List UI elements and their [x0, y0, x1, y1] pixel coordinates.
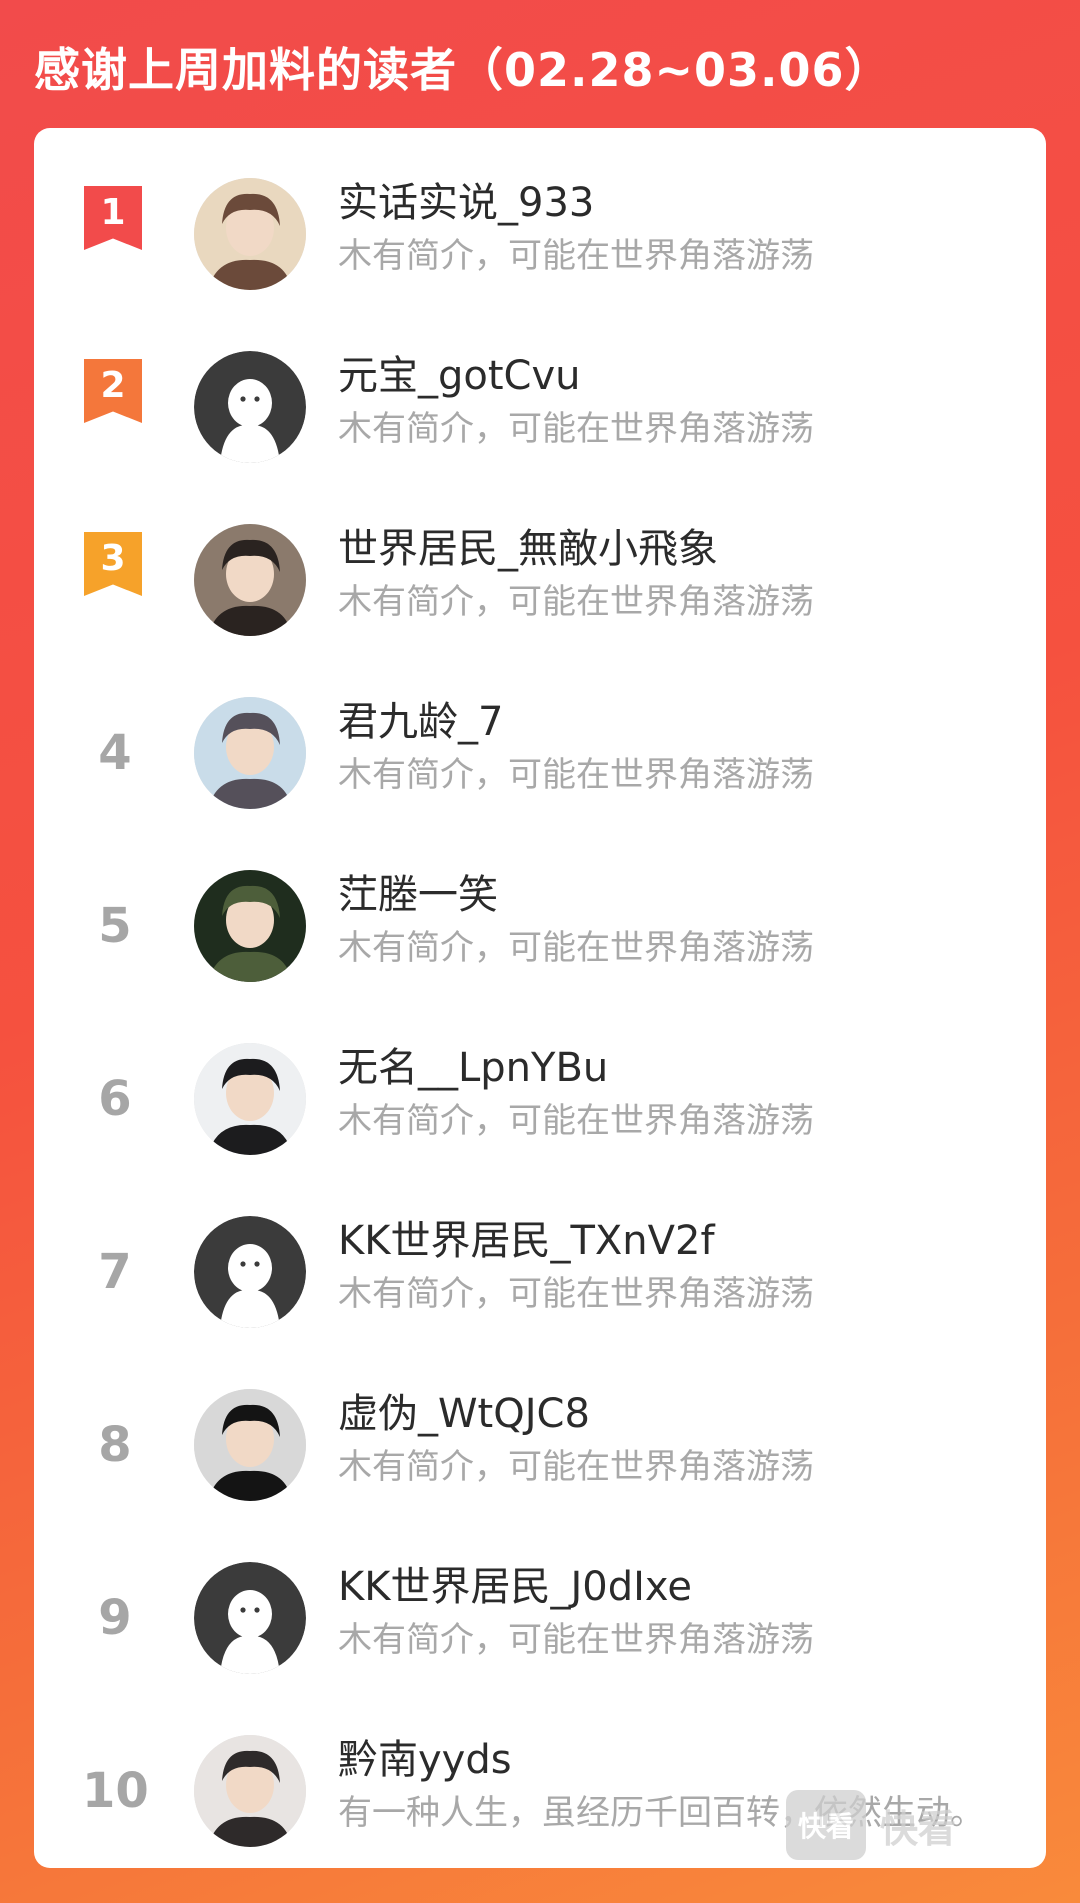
rank-number: 10: [82, 1763, 149, 1819]
reader-name[interactable]: 虚伪_WtQJC8: [338, 1389, 590, 1439]
reader-row[interactable]: 3 世界居民_無敵小飛象木有简介，可能在世界角落游荡: [34, 494, 1046, 666]
reader-row[interactable]: 2 元宝_gotCvu 木有简介，可能在世界角落游荡: [34, 321, 1046, 493]
rank-number: 6: [98, 1071, 132, 1127]
reader-bio: 木有简介，可能在世界角落游荡: [338, 1620, 814, 1660]
reader-name[interactable]: 无名__LpnYBu: [338, 1043, 608, 1093]
anime-boy-avatar[interactable]: [194, 178, 306, 290]
reader-bio: 木有简介，可能在世界角落游荡: [338, 409, 814, 449]
rank-number: 4: [98, 725, 132, 781]
page-title: 感谢上周加料的读者（02.28~03.06）: [34, 43, 892, 97]
default-avatar[interactable]: [194, 1216, 306, 1328]
monochrome-boy-avatar[interactable]: [194, 1389, 306, 1501]
reader-bio: 木有简介，可能在世界角落游荡: [338, 755, 814, 795]
reader-bio: 木有简介，可能在世界角落游荡: [338, 1274, 814, 1314]
reader-name[interactable]: KK世界居民_TXnV2f: [338, 1216, 715, 1266]
reader-row[interactable]: 5 茳塍一笑木有简介，可能在世界角落游荡: [34, 840, 1046, 1012]
reader-name[interactable]: 茳塍一笑: [338, 870, 498, 920]
reader-list-card: 1 实话实说_933 木有简介，可能在世界角落游荡 2 元宝_gotCvu 木有简介，可能…: [34, 128, 1046, 1868]
reader-bio: 木有简介，可能在世界角落游荡: [338, 1101, 814, 1141]
default-avatar[interactable]: [194, 1562, 306, 1674]
long-hair-character-avatar[interactable]: [194, 697, 306, 809]
reader-name[interactable]: 实话实说_933: [338, 178, 594, 228]
reader-row[interactable]: 4 君九龄_7 木有简介，可能在世界角落游荡: [34, 667, 1046, 839]
rank-number: 8: [98, 1417, 132, 1473]
reader-bio: 木有简介，可能在世界角落游荡: [338, 928, 814, 968]
rank-number: 7: [98, 1244, 132, 1300]
reader-row[interactable]: 6 无名__LpnYBu 木有简介，可能在世界角落游荡: [34, 1013, 1046, 1185]
kuaikan-logo-icon: 快看: [786, 1790, 866, 1860]
kuaikan-watermark: 快看 快看: [786, 1790, 972, 1860]
watermark-text: 快看: [880, 1806, 957, 1851]
reader-name[interactable]: 元宝_gotCvu: [338, 351, 581, 401]
reader-name[interactable]: 君九龄_7: [338, 697, 503, 747]
reader-name[interactable]: 黔南yyds: [338, 1735, 512, 1785]
rank-ribbon-icon: 1: [84, 186, 142, 250]
reader-bio: 木有简介，可能在世界角落游荡: [338, 236, 814, 276]
rank-ribbon-icon: 2: [84, 359, 142, 423]
reader-row[interactable]: 8 虚伪_WtQJC8 木有简介，可能在世界角落游荡: [34, 1359, 1046, 1531]
reader-row[interactable]: 7 KK世界居民_TXnV2f 木有简介，可能在世界角落游荡: [34, 1186, 1046, 1358]
reader-bio: 木有简介，可能在世界角落游荡: [338, 582, 814, 622]
glasses-boy-avatar[interactable]: [194, 1735, 306, 1847]
reader-row[interactable]: 9 KK世界居民_J0dIxe 木有简介，可能在世界角落游荡: [34, 1532, 1046, 1704]
rank-number: 5: [98, 898, 132, 954]
dark-nature-avatar[interactable]: [194, 870, 306, 982]
reader-name[interactable]: 世界居民_無敵小飛象: [338, 524, 718, 574]
two-girls-photo-avatar[interactable]: [194, 524, 306, 636]
rank-number: 9: [98, 1590, 132, 1646]
reader-name[interactable]: KK世界居民_J0dIxe: [338, 1562, 692, 1612]
sketch-boy-avatar[interactable]: [194, 1043, 306, 1155]
reader-bio: 木有简介，可能在世界角落游荡: [338, 1447, 814, 1487]
rank-ribbon-icon: 3: [84, 532, 142, 596]
default-avatar[interactable]: [194, 351, 306, 463]
reader-row[interactable]: 1 实话实说_933 木有简介，可能在世界角落游荡: [34, 148, 1046, 320]
